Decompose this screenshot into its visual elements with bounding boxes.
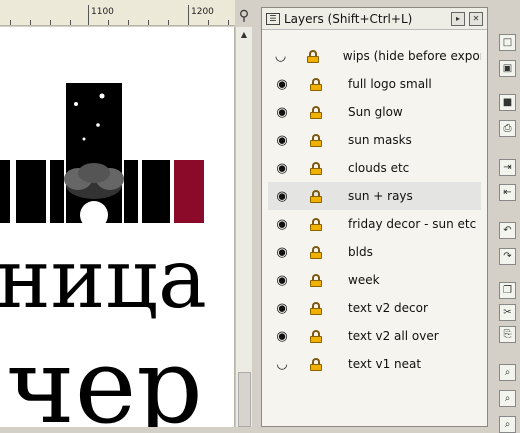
- zoom-drawing-icon[interactable]: ⌕: [499, 390, 516, 407]
- layer-row[interactable]: ◉ sun masks: [268, 126, 481, 154]
- copy-icon[interactable]: ❐: [499, 282, 516, 299]
- scroll-up-icon[interactable]: ▲: [238, 29, 250, 41]
- lock-icon[interactable]: [310, 161, 322, 175]
- layer-name: text v1 neat: [348, 357, 422, 371]
- layer-row[interactable]: ◡ text v1 neat: [268, 350, 481, 378]
- layer-name: week: [348, 273, 380, 287]
- layer-name: text v2 all over: [348, 329, 439, 343]
- print-icon[interactable]: ⎙: [499, 120, 516, 137]
- paste-icon[interactable]: ⎘: [499, 326, 516, 343]
- cut-icon[interactable]: ✂: [499, 304, 516, 321]
- lock-icon[interactable]: [307, 49, 320, 63]
- layer-name: Sun glow: [348, 105, 403, 119]
- layer-row[interactable]: ◉ text v2 decor: [268, 294, 481, 322]
- layer-row[interactable]: ◉ friday decor - sun etc: [268, 210, 481, 238]
- lock-icon[interactable]: [310, 301, 322, 315]
- undo-icon[interactable]: ↶: [499, 222, 516, 239]
- commands-toolbar: □ ▣ ■ ⎙ ⇥ ⇤ ↶ ↷ ❐ ✂ ⎘ ⌕ ⌕ ⌕: [494, 34, 520, 433]
- lock-icon[interactable]: [310, 329, 322, 343]
- accent-building: [174, 160, 204, 223]
- layer-name: clouds etc: [348, 161, 410, 175]
- redo-icon[interactable]: ↷: [499, 248, 516, 265]
- ruler-label-1200: 1200: [191, 7, 214, 17]
- layer-list: ◡ wips (hide before exporting) ◉ full logo …: [268, 42, 481, 378]
- open-icon[interactable]: ▣: [499, 60, 516, 77]
- logo-text-line2: чер: [6, 325, 203, 427]
- lock-icon[interactable]: [310, 217, 322, 231]
- lock-icon[interactable]: [310, 105, 322, 119]
- lock-icon[interactable]: [310, 357, 322, 371]
- scroll-thumb[interactable]: [238, 372, 251, 427]
- lock-icon[interactable]: [310, 245, 322, 259]
- logo-artwork: ница чер: [0, 83, 207, 427]
- lock-icon[interactable]: [310, 189, 322, 203]
- ruler-label-1100: 1100: [91, 7, 114, 17]
- eye-open-icon[interactable]: ◉: [274, 329, 290, 344]
- import-icon[interactable]: ⇥: [499, 159, 516, 176]
- layer-row[interactable]: ◡ wips (hide before exporting): [268, 42, 481, 70]
- panel-close-button[interactable]: ✕: [469, 11, 483, 26]
- vertical-scrollbar[interactable]: ▲: [235, 27, 252, 427]
- horizontal-ruler[interactable]: 1100 1200: [0, 0, 235, 26]
- zoom-page-icon[interactable]: ⌕: [499, 416, 516, 433]
- new-doc-icon[interactable]: □: [499, 34, 516, 51]
- eye-closed-icon[interactable]: ◡: [274, 357, 290, 372]
- eye-open-icon[interactable]: ◉: [274, 217, 290, 232]
- lock-icon[interactable]: [310, 273, 322, 287]
- panel-menu-button[interactable]: ▸: [451, 11, 465, 26]
- export-icon[interactable]: ⇤: [499, 184, 516, 201]
- eye-open-icon[interactable]: ◉: [274, 189, 290, 204]
- eye-open-icon[interactable]: ◉: [274, 77, 290, 92]
- layer-row[interactable]: ◉ blds: [268, 238, 481, 266]
- layer-name: blds: [348, 245, 373, 259]
- eye-open-icon[interactable]: ◉: [274, 245, 290, 260]
- layer-row[interactable]: ◉ week: [268, 266, 481, 294]
- lock-icon[interactable]: [310, 133, 322, 147]
- layers-panel: ☰ Layers (Shift+Ctrl+L) ▸ ✕ ◡ wips (hide …: [261, 7, 488, 427]
- layer-row[interactable]: ◉ clouds etc: [268, 154, 481, 182]
- layer-name: wips (hide before exporting): [342, 49, 481, 63]
- eye-closed-icon[interactable]: ◡: [274, 49, 287, 64]
- layer-row[interactable]: ◉ sun + rays: [268, 182, 481, 210]
- layer-row[interactable]: ◉ Sun glow: [268, 98, 481, 126]
- layer-name: sun + rays: [348, 189, 413, 203]
- layer-name: text v2 decor: [348, 301, 428, 315]
- zoom-icon[interactable]: ⚲: [235, 7, 253, 25]
- eye-open-icon[interactable]: ◉: [274, 105, 290, 120]
- layers-icon: ☰: [266, 12, 280, 25]
- layer-name: full logo small: [348, 77, 432, 91]
- panel-titlebar: ☰ Layers (Shift+Ctrl+L) ▸ ✕: [262, 8, 487, 30]
- panel-title: Layers (Shift+Ctrl+L): [284, 11, 413, 26]
- eye-open-icon[interactable]: ◉: [274, 161, 290, 176]
- eye-open-icon[interactable]: ◉: [274, 273, 290, 288]
- save-icon[interactable]: ■: [499, 94, 516, 111]
- layer-name: sun masks: [348, 133, 412, 147]
- eye-open-icon[interactable]: ◉: [274, 301, 290, 316]
- drawing-canvas[interactable]: ница чер: [0, 27, 235, 427]
- layer-name: friday decor - sun etc: [348, 217, 477, 231]
- layer-row[interactable]: ◉ text v2 all over: [268, 322, 481, 350]
- lock-icon[interactable]: [310, 77, 322, 91]
- zoom-selection-icon[interactable]: ⌕: [499, 364, 516, 381]
- layer-row[interactable]: ◉ full logo small: [268, 70, 481, 98]
- eye-open-icon[interactable]: ◉: [274, 133, 290, 148]
- logo-text-line1: ница: [0, 232, 207, 327]
